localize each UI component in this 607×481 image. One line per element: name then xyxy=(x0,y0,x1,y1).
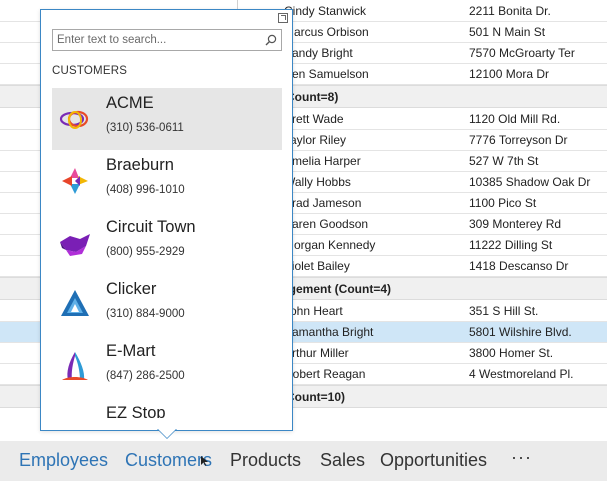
employee-name-cell: Samantha Bright xyxy=(284,325,374,339)
address-cell: 10385 Shadow Oak Dr xyxy=(469,175,591,189)
circuit-town-logo-icon xyxy=(60,234,90,256)
mouse-cursor-icon xyxy=(201,456,208,466)
address-cell: 1100 Pico St xyxy=(469,196,537,210)
customer-phone: (408) 996-1010 xyxy=(106,184,185,196)
bottom-nav-bar: Employees Customers Products Sales Oppor… xyxy=(0,441,607,481)
employee-name-cell: Taylor Riley xyxy=(284,133,347,147)
employee-name-cell: Brad Jameson xyxy=(284,196,362,210)
nav-customers[interactable]: Customers xyxy=(125,450,212,471)
customer-list: ACME (310) 536-0611 Braeburn (408) 996-1… xyxy=(52,88,282,418)
address-cell: 11222 Dilling St xyxy=(469,238,553,252)
address-cell: 309 Monterey Rd xyxy=(469,217,562,231)
address-cell: 5801 Wilshire Blvd. xyxy=(469,325,572,339)
employee-name-cell: Karen Goodson xyxy=(284,217,369,231)
customer-name: Circuit Town xyxy=(106,218,196,236)
address-cell: 1418 Descanso Dr xyxy=(469,259,569,273)
address-cell: 1120 Old Mill Rd. xyxy=(469,112,561,126)
customer-item-braeburn[interactable]: Braeburn (408) 996-1010 xyxy=(52,150,282,212)
address-cell: 3800 Homer St. xyxy=(469,346,554,360)
address-cell: 351 S Hill St. xyxy=(469,304,539,318)
search-icon[interactable] xyxy=(265,34,277,46)
customer-name: EZ Stop xyxy=(106,404,166,418)
customer-name: Braeburn xyxy=(106,156,174,174)
customer-phone: (800) 955-2929 xyxy=(106,246,185,258)
customer-item-ez-stop[interactable]: EZ Stop xyxy=(52,398,282,418)
popup-pointer-fill xyxy=(158,429,176,438)
nav-sales[interactable]: Sales xyxy=(320,450,365,471)
address-cell: 527 W 7th St xyxy=(469,154,539,168)
customer-phone: (310) 536-0611 xyxy=(106,122,184,134)
nav-products[interactable]: Products xyxy=(230,450,301,471)
customer-item-e-mart[interactable]: E-Mart (847) 286-2500 xyxy=(52,336,282,398)
employee-name-cell: Wally Hobbs xyxy=(284,175,351,189)
address-cell: 4 Westmoreland Pl. xyxy=(469,367,574,381)
customer-phone: (310) 884-9000 xyxy=(106,308,185,320)
employee-name-cell: Sandy Bright xyxy=(284,46,353,60)
customers-popup: CUSTOMERS ACME (310) 536-0611 Braeburn (… xyxy=(40,9,293,431)
clicker-logo-icon xyxy=(61,290,89,316)
customer-item-clicker[interactable]: Clicker (310) 884-9000 xyxy=(52,274,282,336)
customer-item-acme[interactable]: ACME (310) 536-0611 xyxy=(52,88,282,150)
e-mart-logo-icon xyxy=(62,352,88,380)
employee-name-cell: Marcus Orbison xyxy=(284,25,369,39)
address-cell: 7776 Torreyson Dr xyxy=(469,133,568,147)
customer-name: Clicker xyxy=(106,280,157,298)
customer-name: E-Mart xyxy=(106,342,156,360)
search-box[interactable] xyxy=(52,29,282,51)
more-icon[interactable]: ··· xyxy=(511,447,532,468)
customer-item-circuit-town[interactable]: Circuit Town (800) 955-2929 xyxy=(52,212,282,274)
ez-stop-logo-icon xyxy=(58,412,92,418)
address-cell: 12100 Mora Dr xyxy=(469,67,550,81)
address-cell: 7570 McGroarty Ter xyxy=(469,46,575,60)
address-cell: 501 N Main St xyxy=(469,25,546,39)
acme-logo-icon xyxy=(59,110,89,129)
employee-name-cell: Violet Bailey xyxy=(284,259,350,273)
group-label: agement (Count=4) xyxy=(282,282,392,296)
expand-icon[interactable] xyxy=(278,13,288,23)
employee-name-cell: Ken Samuelson xyxy=(284,67,369,81)
employee-name-cell: Robert Reagan xyxy=(284,367,366,381)
employee-name-cell: Cindy Stanwick xyxy=(284,4,367,18)
section-label: CUSTOMERS xyxy=(52,65,128,77)
employee-name-cell: Amelia Harper xyxy=(284,154,361,168)
braeburn-logo-icon xyxy=(62,168,88,194)
nav-opportunities[interactable]: Opportunities xyxy=(380,450,487,471)
employee-name-cell: Morgan Kennedy xyxy=(284,238,376,252)
employee-name-cell: Arthur Miller xyxy=(284,346,349,360)
search-input[interactable] xyxy=(53,30,258,50)
address-cell: 2211 Bonita Dr. xyxy=(469,4,551,18)
customer-phone: (847) 286-2500 xyxy=(106,370,185,382)
nav-employees[interactable]: Employees xyxy=(19,450,108,471)
customer-name: ACME xyxy=(106,94,154,112)
